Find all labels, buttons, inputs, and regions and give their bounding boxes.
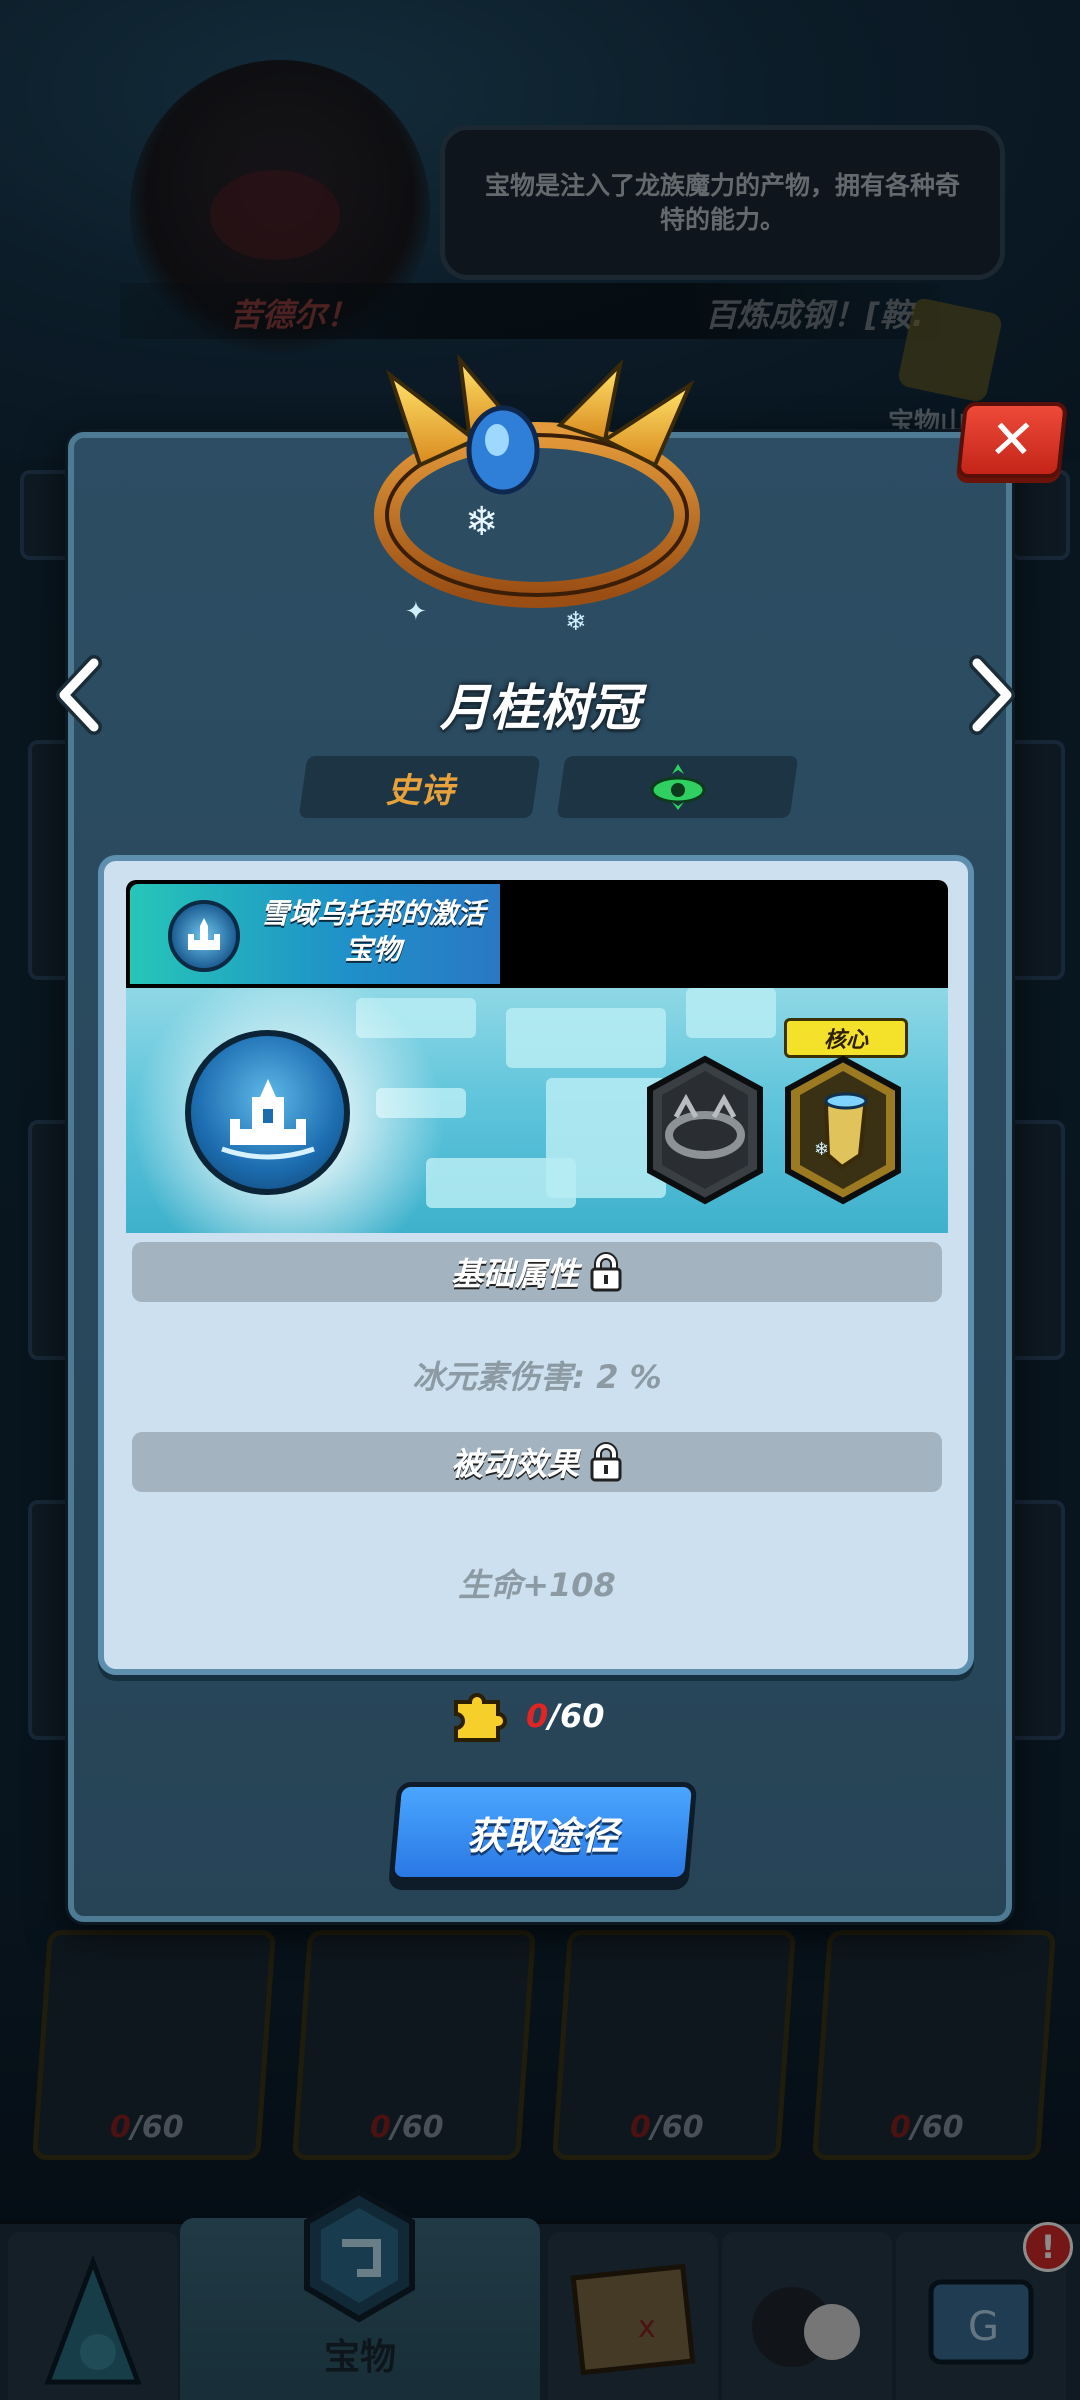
snow-utopia-set-emblem [185, 1030, 350, 1195]
svg-text:❄: ❄ [465, 499, 499, 545]
lock-icon [590, 1442, 622, 1482]
fragment-progress: 0/60 [448, 1686, 604, 1746]
core-label: 核心 [784, 1018, 908, 1058]
close-button[interactable]: ✕ [956, 402, 1068, 478]
set-name: 雪域乌托邦的激活宝物 [260, 897, 485, 966]
laurel-crown-image: ❄ ✦ ❄ [365, 345, 710, 645]
puzzle-piece-icon [454, 1693, 507, 1742]
base-attributes-header: 基础属性 [132, 1242, 942, 1302]
passive-effect-header: 被动效果 [132, 1432, 942, 1492]
lock-icon [590, 1252, 622, 1292]
svg-text:❄: ❄ [814, 1139, 829, 1160]
chevron-right-icon [969, 655, 1015, 735]
svg-text:❄: ❄ [565, 607, 587, 637]
chevron-left-icon [56, 655, 102, 735]
set-slot-core[interactable]: ❄ [784, 1055, 902, 1205]
fragment-count: 0/60 [526, 1697, 605, 1735]
element-tag [556, 756, 799, 818]
set-slot-locked[interactable] [646, 1055, 764, 1205]
acquire-source-label: 获取途径 [466, 1813, 619, 1858]
next-item-button[interactable] [965, 655, 1019, 735]
close-icon: ✕ [986, 408, 1038, 471]
svg-text:✦: ✦ [405, 597, 427, 627]
castle-icon [220, 1078, 315, 1159]
previous-item-button[interactable] [52, 655, 106, 735]
castle-icon [168, 900, 240, 972]
passive-effect-value: 生命+108 [458, 1566, 616, 1604]
eye-icon [650, 764, 705, 810]
rarity-tag: 史诗 [298, 756, 541, 818]
acquire-source-button[interactable]: 获取途径 [388, 1782, 698, 1882]
base-attributes-title: 基础属性 [450, 1255, 579, 1293]
item-name: 月桂树冠 [440, 679, 640, 737]
base-attribute-value: 冰元素伤害: 2 % [412, 1358, 662, 1396]
passive-effect-title: 被动效果 [450, 1445, 579, 1483]
rarity-label: 史诗 [385, 770, 454, 811]
